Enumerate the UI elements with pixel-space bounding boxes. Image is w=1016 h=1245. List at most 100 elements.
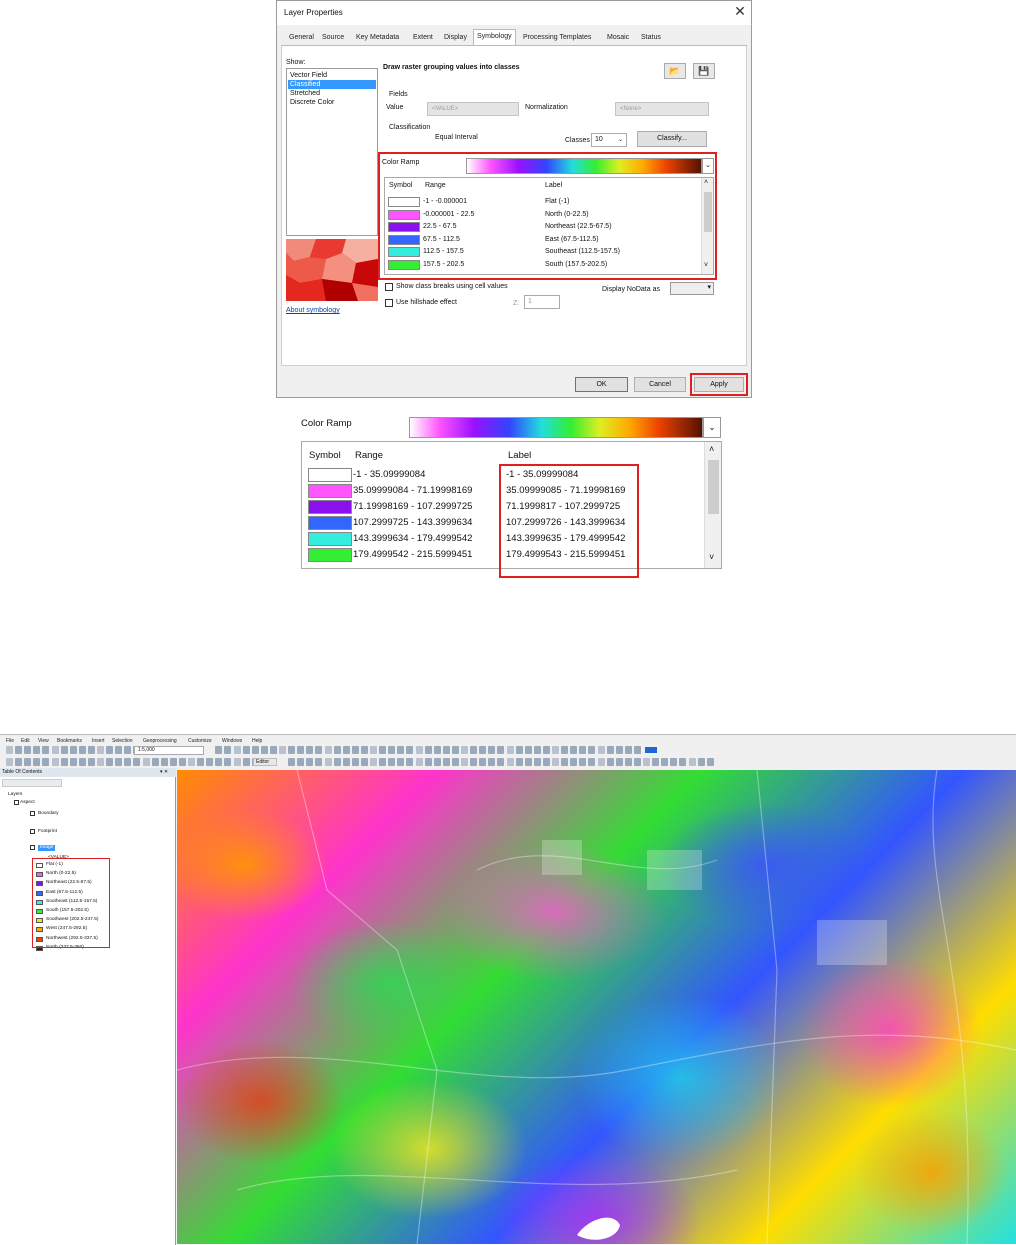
chevron-down-icon[interactable]: ˅	[709, 552, 714, 562]
toolbar-tool-icon[interactable]	[624, 758, 632, 766]
toolbar-tool-icon[interactable]	[697, 758, 705, 766]
menu-item-view[interactable]: View	[38, 738, 49, 744]
toolbar-tool-icon[interactable]	[224, 758, 232, 766]
toolbar-tool-icon[interactable]	[561, 746, 569, 754]
toolbar-tool-icon[interactable]	[78, 758, 86, 766]
toolbar-tool-icon[interactable]	[615, 746, 623, 754]
toolbar-tool-icon[interactable]	[533, 746, 541, 754]
toc-toolbar[interactable]	[2, 779, 62, 787]
toolbar-tool-icon[interactable]	[60, 746, 68, 754]
toolbar-tool-icon[interactable]	[679, 758, 687, 766]
toolbar-tool-icon[interactable]	[606, 758, 614, 766]
toolbar-tool-icon[interactable]	[279, 746, 286, 754]
toolbar-tool-icon[interactable]	[388, 746, 396, 754]
range-cell[interactable]: -1 - 35.09999084	[353, 468, 425, 482]
toolbar-tool-icon[interactable]	[124, 746, 132, 754]
toolbar-tool-icon[interactable]	[415, 758, 423, 766]
toolbar-tool-icon[interactable]	[588, 758, 596, 766]
show-item-stretched[interactable]: Stretched	[288, 89, 376, 98]
toolbar-tool-icon[interactable]	[188, 758, 195, 766]
toolbar-tool-icon[interactable]	[433, 746, 441, 754]
range-cell[interactable]: 107.2999725 - 143.3999634	[353, 516, 472, 530]
close-icon[interactable]: ✕	[732, 3, 748, 20]
toolbar-tool-icon[interactable]	[542, 746, 550, 754]
symbol-swatch[interactable]	[308, 500, 352, 514]
menu-item-bookmarks[interactable]: Bookmarks	[57, 738, 82, 744]
toolbar-tool-icon[interactable]	[406, 746, 414, 754]
tab-source[interactable]: Source	[319, 31, 347, 46]
toolbar-tool-icon[interactable]	[461, 758, 468, 766]
tab-display[interactable]: Display	[441, 31, 470, 46]
toolbar-tool-icon[interactable]	[579, 746, 587, 754]
toolbar-tool-icon[interactable]	[233, 758, 241, 766]
tab-symbology[interactable]: Symbology	[473, 29, 516, 46]
toolbar-tool-icon[interactable]	[333, 746, 341, 754]
toolbar-tool-icon[interactable]	[506, 758, 514, 766]
symbol-swatch[interactable]	[308, 548, 352, 562]
about-symbology-link[interactable]: About symbology	[286, 307, 340, 314]
toolbar-tool-icon[interactable]	[178, 758, 186, 766]
toolbar-tool-icon[interactable]	[597, 746, 605, 754]
tab-status[interactable]: Status	[638, 31, 664, 46]
map-view-aspect-raster[interactable]	[177, 770, 1016, 1244]
toolbar-tool-icon[interactable]	[87, 758, 95, 766]
toolbar-tool-icon[interactable]	[115, 758, 123, 766]
toolbar-tool-icon[interactable]	[215, 758, 223, 766]
image-checkbox[interactable]	[30, 845, 35, 850]
show-item-vector-field[interactable]: Vector Field	[288, 71, 376, 80]
toolbar-tool-icon[interactable]	[324, 746, 332, 754]
symbol-swatch[interactable]	[308, 468, 352, 482]
toolbar-tool-icon[interactable]	[424, 746, 432, 754]
toolbar-tool-icon[interactable]	[561, 758, 569, 766]
toolbar-tool-icon[interactable]	[379, 746, 387, 754]
toolbar-tool-icon[interactable]	[151, 758, 159, 766]
toolbar-tool-icon[interactable]	[87, 746, 95, 754]
toolbar-tool-icon[interactable]	[97, 746, 104, 754]
toolbar-tool-icon[interactable]	[42, 746, 50, 754]
symbol-swatch[interactable]	[308, 532, 352, 546]
menu-item-file[interactable]: File	[6, 738, 14, 744]
toolbar-tool-icon[interactable]	[597, 758, 605, 766]
toolbar-tool-icon[interactable]	[342, 758, 350, 766]
toolbar-tool-icon[interactable]	[479, 746, 487, 754]
save-button[interactable]: 💾	[693, 63, 715, 79]
z-input[interactable]: 1	[524, 295, 560, 309]
toolbar-tool-icon[interactable]	[133, 758, 141, 766]
toolbar-tool-icon[interactable]	[306, 758, 314, 766]
toolbar-tool-icon[interactable]	[488, 746, 496, 754]
toolbar-tool-icon[interactable]	[451, 746, 459, 754]
menu-item-selection[interactable]: Selection	[112, 738, 133, 744]
toolbar-tool-icon[interactable]	[315, 746, 323, 754]
tab-key-metadata[interactable]: Key Metadata	[353, 31, 402, 46]
toolbar-tool-icon[interactable]	[370, 746, 377, 754]
toolbar-tool-icon[interactable]	[442, 758, 450, 766]
toolbar-tool-icon[interactable]	[288, 746, 296, 754]
toolbar-tool-icon[interactable]	[251, 746, 259, 754]
toolbar-tool-icon[interactable]	[15, 746, 23, 754]
toolbar-tool-icon[interactable]	[688, 758, 696, 766]
toolbar-tool-icon[interactable]	[351, 746, 359, 754]
toolbar-tool-icon[interactable]	[260, 746, 268, 754]
aspect-checkbox[interactable]	[14, 800, 19, 805]
chevron-up-icon[interactable]: ˄	[709, 444, 714, 454]
range-cell[interactable]: 71.19998169 - 107.2999725	[353, 500, 472, 514]
toolbar-tool-icon[interactable]	[433, 758, 441, 766]
editor-menu[interactable]: Editor	[253, 758, 277, 766]
classify-button[interactable]: Classify...	[637, 131, 707, 147]
toolbar-tool-icon[interactable]	[342, 746, 350, 754]
tab-general[interactable]: General	[286, 31, 317, 46]
toolbar-tool-icon[interactable]	[524, 758, 532, 766]
menu-item-edit[interactable]: Edit	[21, 738, 30, 744]
range-cell[interactable]: 179.4999542 - 215.5999451	[353, 548, 472, 562]
toolbar-tool-icon[interactable]	[470, 746, 478, 754]
tab-processing-templates[interactable]: Processing Templates	[520, 31, 594, 46]
toc-layer-aspect[interactable]: Aspect	[20, 800, 35, 806]
toc-layers-root[interactable]: Layers	[8, 792, 22, 798]
toolbar-tool-icon[interactable]	[197, 758, 205, 766]
toolbar-tool-icon[interactable]	[97, 758, 104, 766]
toolbar-tool-icon[interactable]	[515, 758, 523, 766]
toolbar-tool-icon[interactable]	[461, 746, 468, 754]
toolbar-tool-icon[interactable]	[106, 758, 114, 766]
toolbar-tool-icon[interactable]	[233, 746, 241, 754]
toolbar-tool-icon[interactable]	[370, 758, 377, 766]
